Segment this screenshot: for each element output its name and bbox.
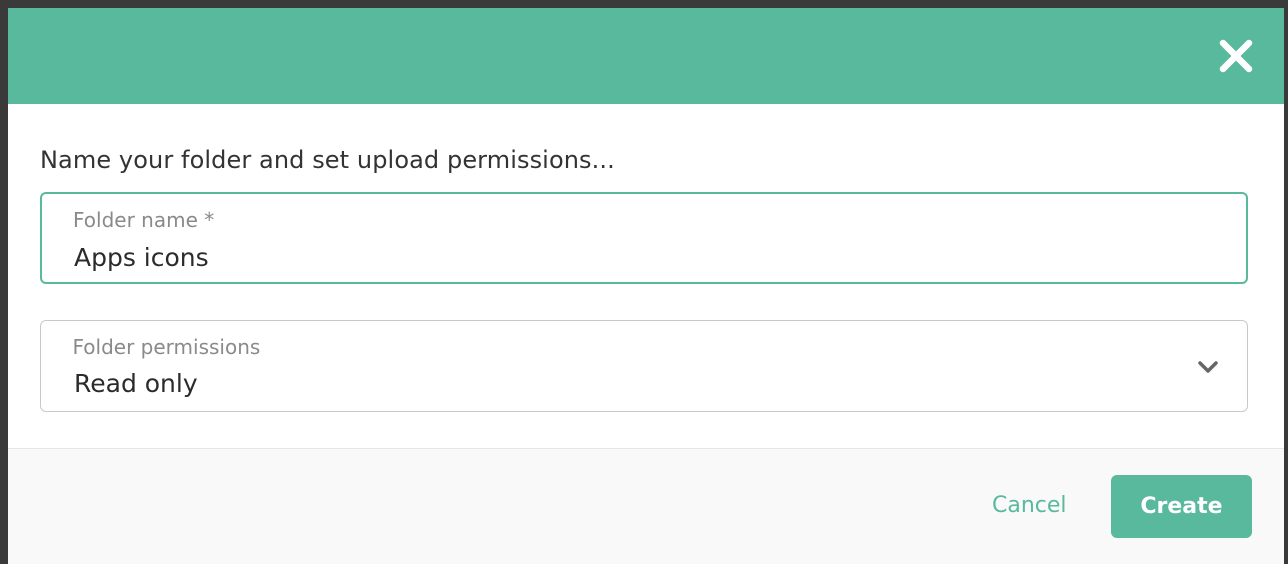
folder-permissions-value: Read only — [74, 369, 198, 398]
create-button[interactable]: Create — [1111, 475, 1252, 538]
chevron-down-icon — [1197, 359, 1219, 375]
folder-name-field[interactable]: Folder name * — [40, 192, 1248, 284]
folder-permissions-label: Folder permissions — [72, 335, 261, 359]
cancel-button[interactable]: Cancel — [992, 493, 1067, 518]
modal-header — [8, 8, 1284, 104]
modal-body: Name your folder and set upload permissi… — [8, 104, 1284, 448]
folder-name-label: Folder name * — [73, 208, 215, 232]
close-button[interactable] — [1218, 38, 1254, 74]
modal-footer: Cancel Create — [8, 448, 1284, 564]
create-folder-modal: Name your folder and set upload permissi… — [8, 8, 1284, 564]
intro-text: Name your folder and set upload permissi… — [40, 146, 615, 174]
close-icon — [1219, 39, 1253, 73]
folder-name-input[interactable] — [74, 240, 1214, 274]
folder-permissions-select[interactable]: Folder permissions Read only — [40, 320, 1248, 412]
